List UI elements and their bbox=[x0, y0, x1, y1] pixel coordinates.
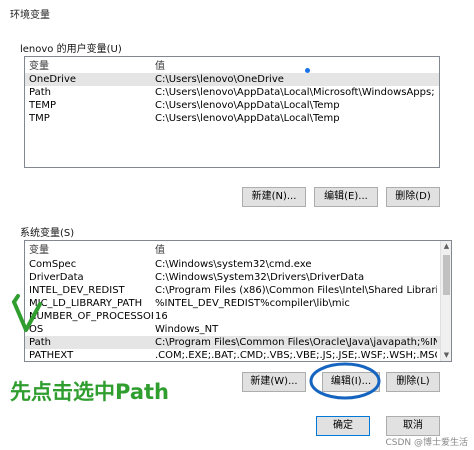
system-vars-list[interactable]: 变量 值 ComSpec C:\Windows\system32\cmd.exe… bbox=[24, 240, 452, 362]
user-vars-header: 变量 值 bbox=[25, 60, 439, 73]
title-bar: 环境变量 bbox=[0, 0, 474, 26]
annotation-text: 先点击选中Path bbox=[10, 380, 169, 404]
table-row[interactable]: ComSpec C:\Windows\system32\cmd.exe bbox=[25, 258, 451, 271]
var-value: %INTEL_DEV_REDIST%compiler\lib\mic bbox=[155, 298, 350, 309]
table-row[interactable]: Path C:\Program Files\Common Files\Oracl… bbox=[25, 336, 451, 349]
table-row[interactable]: TEMP C:\Users\lenovo\AppData\Local\Temp bbox=[25, 99, 439, 112]
column-header-value[interactable]: 值 bbox=[155, 244, 435, 257]
table-row[interactable]: OneDrive C:\Users\lenovo\OneDrive bbox=[25, 73, 439, 86]
var-value: C:\Users\lenovo\AppData\Local\Temp bbox=[155, 100, 340, 111]
var-name: DriverData bbox=[29, 272, 84, 283]
table-row[interactable]: TMP C:\Users\lenovo\AppData\Local\Temp bbox=[25, 112, 439, 125]
var-value: C:\Windows\system32\cmd.exe bbox=[155, 259, 312, 270]
var-name: MIC_LD_LIBRARY_PATH bbox=[29, 298, 143, 309]
table-row[interactable]: OS Windows_NT bbox=[25, 323, 451, 336]
ok-button[interactable]: 确定 bbox=[316, 416, 370, 436]
table-row[interactable]: NUMBER_OF_PROCESSORS 16 bbox=[25, 310, 451, 323]
var-value: C:\Windows\System32\Drivers\DriverData bbox=[155, 272, 365, 283]
vertical-scrollbar[interactable]: ▲ ▼ bbox=[440, 241, 451, 361]
cancel-button[interactable]: 取消 bbox=[386, 416, 440, 436]
var-name: Path bbox=[29, 337, 51, 348]
var-value: C:\Users\lenovo\AppData\Local\Microsoft\… bbox=[155, 87, 435, 98]
var-name: INTEL_DEV_REDIST bbox=[29, 285, 125, 296]
table-row[interactable]: MIC_LD_LIBRARY_PATH %INTEL_DEV_REDIST%co… bbox=[25, 297, 451, 310]
var-value: C:\Program Files (x86)\Common Files\Inte… bbox=[155, 285, 437, 296]
column-header-name[interactable]: 变量 bbox=[29, 60, 149, 73]
var-name: TMP bbox=[29, 113, 50, 124]
var-name: ComSpec bbox=[29, 259, 77, 270]
table-row[interactable]: PATHEXT .COM;.EXE;.BAT;.CMD;.VBS;.VBE;.J… bbox=[25, 349, 451, 361]
var-value: Windows_NT bbox=[155, 324, 219, 335]
user-edit-button[interactable]: 编辑(E)... bbox=[314, 187, 378, 207]
scroll-down-arrow-icon[interactable]: ▼ bbox=[441, 350, 451, 361]
system-edit-button[interactable]: 编辑(I)... bbox=[322, 372, 380, 392]
watermark: CSDN @博士爱生活 bbox=[385, 438, 468, 448]
system-vars-header: 变量 值 bbox=[25, 244, 451, 257]
system-new-button[interactable]: 新建(W)... bbox=[242, 372, 306, 392]
window-title: 环境变量 bbox=[10, 10, 50, 21]
column-header-name[interactable]: 变量 bbox=[29, 244, 149, 257]
var-name: NUMBER_OF_PROCESSORS bbox=[29, 311, 153, 322]
system-delete-button[interactable]: 删除(L) bbox=[386, 372, 440, 392]
var-value: 16 bbox=[155, 311, 168, 322]
var-value: .COM;.EXE;.BAT;.CMD;.VBS;.VBE;.JS;.JSE;.… bbox=[155, 350, 437, 361]
scroll-up-arrow-icon[interactable]: ▲ bbox=[441, 241, 451, 252]
cursor-dot bbox=[305, 68, 310, 73]
var-name: OneDrive bbox=[29, 74, 77, 85]
var-name: OS bbox=[29, 324, 44, 335]
user-new-button[interactable]: 新建(N)... bbox=[242, 187, 306, 207]
system-vars-group-label: 系统变量(S) bbox=[20, 228, 75, 239]
var-name: Path bbox=[29, 87, 51, 98]
table-row[interactable]: DriverData C:\Windows\System32\Drivers\D… bbox=[25, 271, 451, 284]
var-name: TEMP bbox=[29, 100, 57, 111]
column-header-value[interactable]: 值 bbox=[155, 60, 435, 73]
table-row[interactable]: INTEL_DEV_REDIST C:\Program Files (x86)\… bbox=[25, 284, 451, 297]
scroll-thumb[interactable] bbox=[443, 255, 450, 295]
var-value: C:\Program Files\Common Files\Oracle\Jav… bbox=[155, 337, 437, 348]
user-vars-group-label: lenovo 的用户变量(U) bbox=[20, 44, 122, 55]
var-name: PATHEXT bbox=[29, 350, 74, 361]
user-vars-list[interactable]: 变量 值 OneDrive C:\Users\lenovo\OneDrive P… bbox=[24, 56, 440, 168]
user-delete-button[interactable]: 删除(D) bbox=[386, 187, 440, 207]
var-value: C:\Users\lenovo\AppData\Local\Temp bbox=[155, 113, 340, 124]
table-row[interactable]: Path C:\Users\lenovo\AppData\Local\Micro… bbox=[25, 86, 439, 99]
var-value: C:\Users\lenovo\OneDrive bbox=[155, 74, 284, 85]
